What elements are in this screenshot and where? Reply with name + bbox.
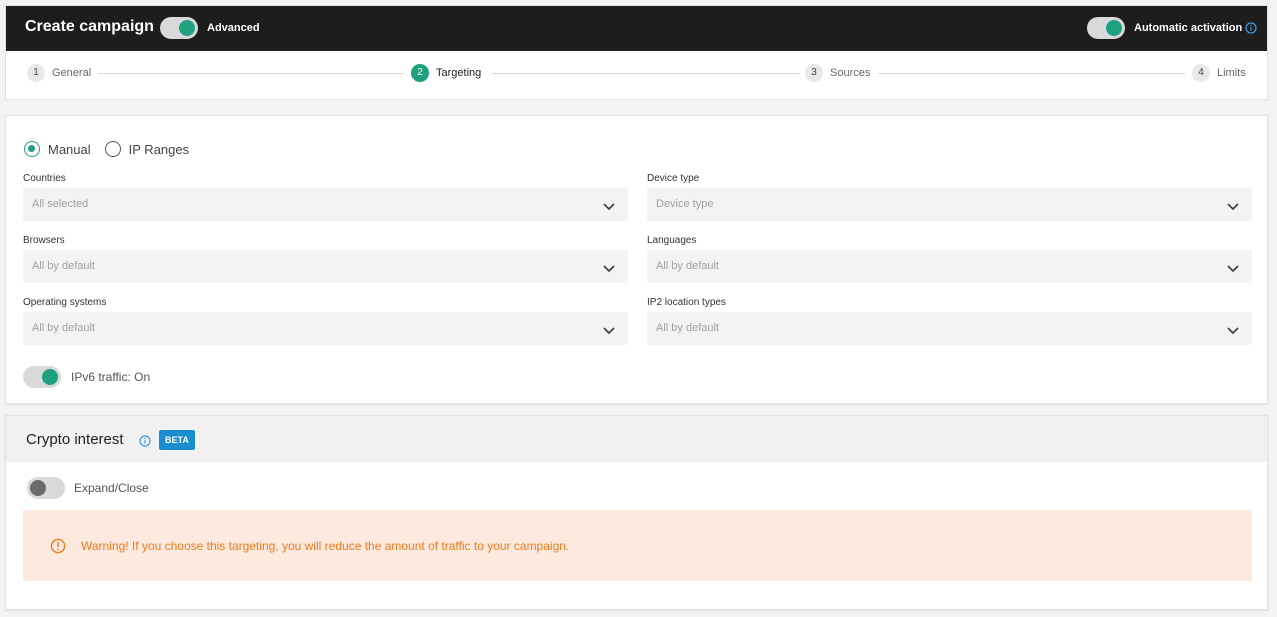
languages-select[interactable]: All by default <box>647 250 1252 283</box>
step-limits[interactable]: 4 Limits <box>1192 64 1246 82</box>
chevron-down-icon <box>1226 199 1240 217</box>
chevron-down-icon <box>602 323 616 341</box>
step-number: 2 <box>411 64 429 82</box>
step-targeting[interactable]: 2 Targeting <box>411 64 482 82</box>
targeting-card: Manual IP Ranges Countries All selected … <box>5 115 1268 404</box>
expand-close-toggle[interactable] <box>27 477 65 499</box>
toggle-knob <box>30 480 46 496</box>
field-label: IP2 location types <box>647 297 726 308</box>
browsers-select[interactable]: All by default <box>23 250 628 283</box>
automatic-activation-toggle[interactable] <box>1087 17 1125 39</box>
campaign-header-card: Create campaign Advanced Automatic activ… <box>5 5 1268 100</box>
step-general[interactable]: 1 General <box>27 64 92 82</box>
advanced-label: Advanced <box>207 22 260 34</box>
toggle-knob <box>42 369 58 385</box>
select-value: All by default <box>32 322 95 334</box>
select-value: All by default <box>656 260 719 272</box>
radio-label: Manual <box>48 141 91 157</box>
chevron-down-icon <box>1226 261 1240 279</box>
step-number: 3 <box>805 64 823 82</box>
chevron-down-icon <box>602 199 616 217</box>
step-label: General <box>52 67 92 79</box>
step-connector <box>878 73 1185 74</box>
field-label: Countries <box>23 173 66 184</box>
operating-systems-select[interactable]: All by default <box>23 312 628 345</box>
section-title: Crypto interest <box>26 431 124 448</box>
device-type-select[interactable]: Device type <box>647 188 1252 221</box>
radio-label: IP Ranges <box>128 141 190 157</box>
field-label: Device type <box>647 173 700 184</box>
select-value: All by default <box>656 322 719 334</box>
select-value: Device type <box>656 198 714 210</box>
toggle-knob <box>1106 20 1122 36</box>
top-bar: Create campaign Advanced Automatic activ… <box>6 6 1267 51</box>
wizard-stepper: 1 General 2 Targeting 3 Sources 4 Limits <box>6 51 1267 101</box>
expand-close-label: Expand/Close <box>74 481 149 495</box>
automatic-activation-label: Automatic activation <box>1134 22 1243 34</box>
radio-button[interactable] <box>104 141 121 157</box>
ipv6-traffic-label: IPv6 traffic: On <box>71 370 151 384</box>
page-title: Create campaign <box>25 18 154 35</box>
crypto-interest-card: Crypto interest BETA Expand/Close Warnin… <box>5 415 1268 610</box>
countries-select[interactable]: All selected <box>23 188 628 221</box>
chevron-down-icon <box>602 261 616 279</box>
step-label: Sources <box>830 67 871 79</box>
step-connector <box>492 73 800 74</box>
step-number: 4 <box>1192 64 1210 82</box>
step-connector <box>98 73 403 74</box>
warning-banner: Warning! If you choose this targeting, y… <box>23 510 1252 581</box>
ipv6-traffic-toggle[interactable] <box>23 366 61 388</box>
languages-field: Languages All by default <box>647 235 1252 283</box>
radio-ip-ranges[interactable]: IP Ranges <box>104 141 190 157</box>
radio-button[interactable] <box>24 141 40 157</box>
info-icon[interactable] <box>1245 21 1257 39</box>
crypto-interest-header: Crypto interest BETA <box>6 416 1267 462</box>
ip2-location-types-field: IP2 location types All by default <box>647 297 1252 345</box>
field-label: Operating systems <box>23 297 107 308</box>
browsers-field: Browsers All by default <box>23 235 628 283</box>
radio-manual[interactable]: Manual <box>24 141 91 157</box>
field-label: Languages <box>647 235 697 246</box>
step-label: Limits <box>1217 67 1246 79</box>
info-icon[interactable] <box>139 434 151 452</box>
targeting-mode-radio-group: Manual IP Ranges <box>24 141 203 157</box>
countries-field: Countries All selected <box>23 173 628 221</box>
advanced-toggle[interactable] <box>160 17 198 39</box>
ip2-location-types-select[interactable]: All by default <box>647 312 1252 345</box>
device-type-field: Device type Device type <box>647 173 1252 221</box>
operating-systems-field: Operating systems All by default <box>23 297 628 345</box>
field-label: Browsers <box>23 235 65 246</box>
step-label: Targeting <box>436 67 482 79</box>
toggle-knob <box>179 20 195 36</box>
step-sources[interactable]: 3 Sources <box>805 64 871 82</box>
warning-circle-icon <box>50 538 66 559</box>
warning-text: Warning! If you choose this targeting, y… <box>81 539 570 553</box>
beta-badge: BETA <box>159 430 195 450</box>
select-value: All by default <box>32 260 95 272</box>
chevron-down-icon <box>1226 323 1240 341</box>
step-number: 1 <box>27 64 45 82</box>
select-value: All selected <box>32 198 89 210</box>
